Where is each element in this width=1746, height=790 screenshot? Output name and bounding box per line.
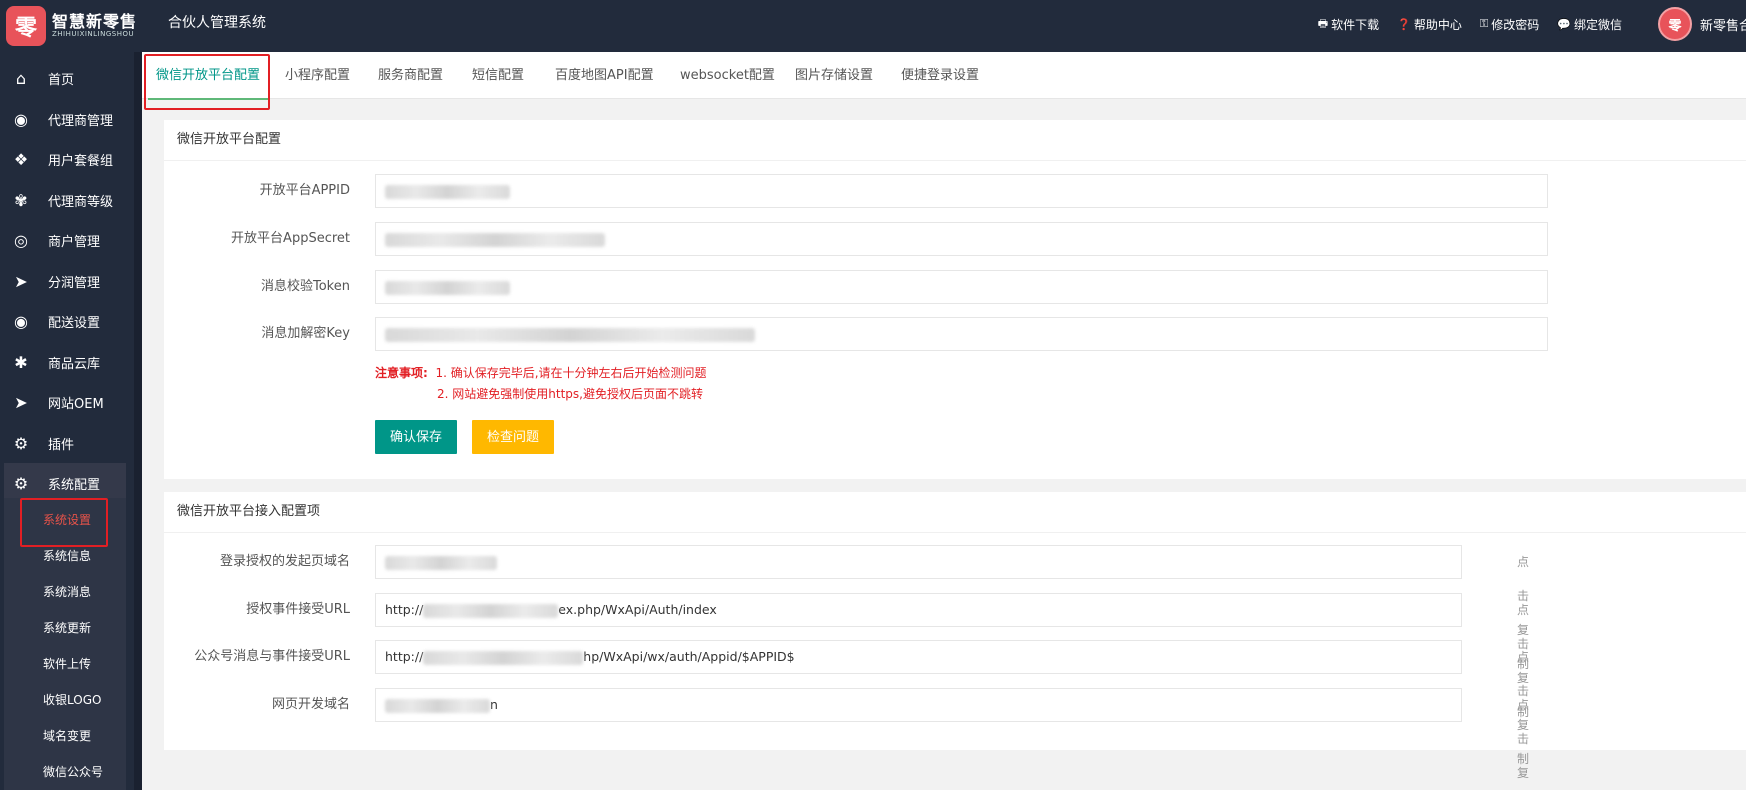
sidebar-item-plugin[interactable]: ⚙ 插件	[0, 423, 134, 463]
help-center-link[interactable]: ❓ 帮助中心	[1397, 16, 1462, 33]
software-download-link[interactable]: 🖶 软件下载	[1318, 15, 1379, 34]
field-label: 登录授权的发起页域名	[219, 554, 350, 569]
delivery-icon: ◉	[14, 311, 28, 331]
sidebar-item-merchant[interactable]: ◎ 商户管理	[0, 220, 134, 260]
tab-websocket[interactable]: websocket配置	[680, 52, 775, 99]
submenu-software-upload[interactable]: 软件上传	[43, 654, 91, 674]
redacted-value	[385, 327, 755, 342]
web-domain-input[interactable]: n	[375, 688, 1462, 722]
highlight-box-submenu	[20, 498, 108, 547]
message-event-url-input[interactable]: http://hp/WxApi/wx/auth/Appid/$APPID$	[375, 640, 1462, 674]
token-input[interactable]	[375, 270, 1548, 304]
tab-quick-login[interactable]: 便捷登录设置	[901, 52, 979, 99]
aeskey-input[interactable]	[375, 317, 1548, 351]
sidebar-item-oem[interactable]: ➤ 网站OEM	[0, 382, 134, 422]
field-label: 消息校验Token	[261, 279, 350, 294]
wechat-access-card: 微信开放平台接入配置项 登录授权的发起页域名 点击复制 授权事件接受URL ht…	[164, 492, 1746, 780]
field-label: 开放平台AppSecret	[231, 231, 350, 246]
sidebar-item-delivery[interactable]: ◉ 配送设置	[0, 301, 134, 341]
level-icon: ✾	[14, 190, 28, 210]
card-title: 微信开放平台配置	[164, 120, 1746, 161]
submenu-system-message[interactable]: 系统消息	[43, 582, 91, 602]
redacted-value	[385, 184, 510, 199]
notice-block: 注意事项: 1. 确认保存完毕后,请在十分钟左右后开始检测问题 2. 网站避免强…	[375, 363, 707, 405]
submenu-domain-change[interactable]: 域名变更	[43, 726, 91, 746]
wechat-config-card: 微信开放平台配置 开放平台APPID 开放平台AppSecret 消息校验Tok…	[164, 120, 1746, 479]
tab-image-storage[interactable]: 图片存储设置	[795, 52, 873, 99]
redacted-value	[385, 280, 510, 295]
key-icon: ⚿	[1479, 17, 1489, 30]
redacted-value	[423, 650, 584, 665]
auth-event-url-input[interactable]: http://ex.php/WxApi/Auth/index	[375, 593, 1462, 627]
tab-baidu-map[interactable]: 百度地图API配置	[555, 52, 654, 99]
notice-label: 注意事项:	[375, 366, 428, 380]
redacted-value	[385, 555, 497, 570]
field-label: 网页开发域名	[271, 697, 350, 712]
field-label: 公众号消息与事件接受URL	[194, 649, 350, 664]
sidebar-scrollbar[interactable]	[134, 52, 142, 790]
printer-icon: 🖶	[1317, 16, 1329, 30]
sidebar-item-profit[interactable]: ➤ 分润管理	[0, 261, 134, 301]
plugin-icon: ⚙	[13, 433, 29, 453]
submenu-cashier-logo[interactable]: 收银LOGO	[43, 690, 101, 710]
help-icon: ❓	[1397, 17, 1411, 31]
package-icon: ❖	[13, 149, 29, 169]
avatar[interactable]: 零	[1658, 7, 1692, 41]
sidebar-item-agent[interactable]: ◉ 代理商管理	[0, 99, 134, 139]
logo-subtext: ZHIHUIXINLINGSHOU	[52, 29, 135, 38]
tab-service-provider[interactable]: 服务商配置	[378, 52, 443, 99]
agent-icon: ◉	[14, 109, 28, 129]
submenu-system-update[interactable]: 系统更新	[43, 618, 91, 638]
notice-line-1: 1. 确认保存完毕后,请在十分钟左右后开始检测问题	[435, 366, 707, 380]
gears-icon: ⚙	[13, 473, 29, 493]
field-label: 开放平台APPID	[259, 183, 350, 198]
notice-line-2: 2. 网站避免强制使用https,避免授权后页面不跳转	[437, 387, 703, 401]
sidebar-item-home[interactable]: ⌂ 首页	[0, 58, 134, 98]
top-actions: 🖶 软件下载 ❓ 帮助中心 ⚿ 修改密码 💬 绑定微信 零 新零售合	[1318, 0, 1746, 48]
top-header: 零 智慧新零售 ZHIHUIXINLINGSHOU 合伙人管理系统 🖶 软件下载 …	[0, 0, 1746, 52]
sidebar-item-package[interactable]: ❖ 用户套餐组	[0, 139, 134, 179]
oem-icon: ➤	[14, 392, 28, 412]
change-password-link[interactable]: ⚿ 修改密码	[1480, 16, 1539, 33]
logo[interactable]: 零 智慧新零售 ZHIHUIXINLINGSHOU	[0, 0, 140, 52]
check-problem-button[interactable]: 检查问题	[472, 420, 555, 454]
logo-text: 智慧新零售	[52, 12, 138, 32]
field-label: 消息加解密Key	[261, 326, 350, 341]
copy-button[interactable]: 点击复制	[1517, 688, 1529, 790]
appsecret-input[interactable]	[375, 222, 1548, 256]
sidebar-item-product-cloud[interactable]: ✱ 商品云库	[0, 342, 134, 382]
redacted-value	[385, 232, 605, 247]
merchant-icon: ◎	[14, 230, 28, 250]
sidebar-item-agent-level[interactable]: ✾ 代理商等级	[0, 180, 134, 220]
tab-mini-program[interactable]: 小程序配置	[285, 52, 350, 99]
card-title: 微信开放平台接入配置项	[164, 492, 1746, 533]
home-icon: ⌂	[15, 68, 27, 88]
submenu-wechat-official[interactable]: 微信公众号	[43, 762, 103, 782]
appid-input[interactable]	[375, 174, 1548, 208]
sidebar-item-system-config[interactable]: ⚙ 系统配置	[4, 463, 126, 503]
submenu-system-info[interactable]: 系统信息	[43, 546, 91, 566]
logo-icon: 零	[6, 6, 46, 46]
share-icon: ➤	[14, 271, 28, 291]
field-label: 授权事件接受URL	[246, 602, 350, 617]
bind-wechat-link[interactable]: 💬 绑定微信	[1557, 16, 1622, 33]
redacted-value	[423, 603, 559, 618]
save-button[interactable]: 确认保存	[375, 420, 458, 454]
highlight-box-tab	[144, 54, 270, 110]
wechat-icon: 💬	[1557, 17, 1571, 31]
redacted-value	[385, 698, 490, 713]
tab-sms[interactable]: 短信配置	[472, 52, 524, 99]
system-title: 合伙人管理系统	[168, 15, 266, 31]
user-name[interactable]: 新零售合	[1700, 15, 1746, 34]
config-tabs: 微信开放平台配置 小程序配置 服务商配置 短信配置 百度地图API配置 webs…	[142, 52, 1746, 100]
asterisk-icon: ✱	[14, 352, 28, 372]
login-domain-input[interactable]	[375, 545, 1462, 579]
